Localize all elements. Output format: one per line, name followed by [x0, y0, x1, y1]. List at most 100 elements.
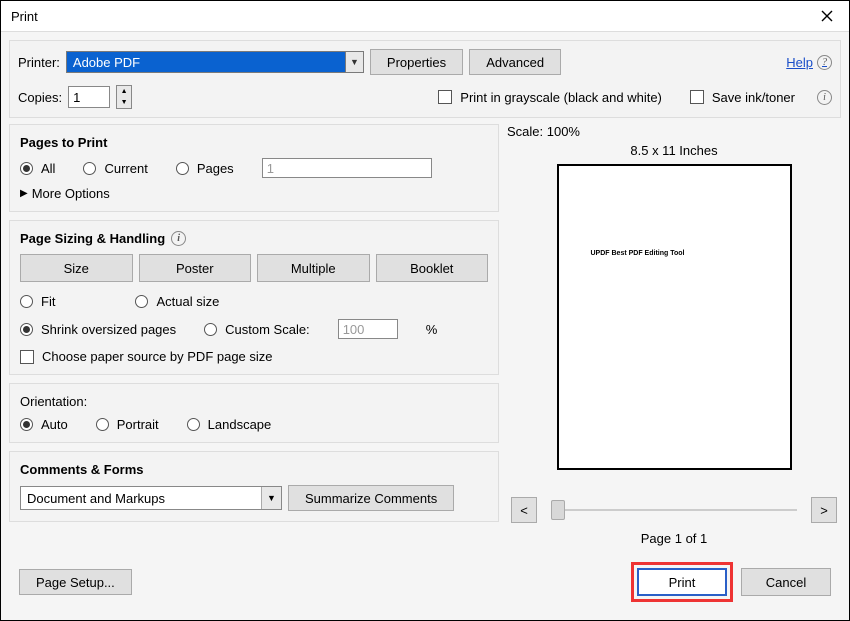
- comments-select[interactable]: Document and Markups ▼: [20, 486, 282, 510]
- print-button-highlight: Print: [631, 562, 733, 602]
- checkbox-icon: [20, 350, 34, 364]
- preview-scale: Scale: 100%: [507, 124, 841, 139]
- advanced-button[interactable]: Advanced: [469, 49, 561, 75]
- help-link[interactable]: Help ?: [786, 55, 832, 70]
- orientation-section: Orientation: Auto Portrait Landscape: [9, 383, 499, 443]
- cancel-button[interactable]: Cancel: [741, 568, 831, 596]
- orientation-landscape-label: Landscape: [208, 417, 272, 432]
- comments-selected: Document and Markups: [27, 491, 165, 506]
- pages-range-radio[interactable]: Pages: [176, 161, 234, 176]
- actual-label: Actual size: [156, 294, 219, 309]
- page-setup-button[interactable]: Page Setup...: [19, 569, 132, 595]
- print-dialog: Print Printer: Adobe PDF ▼ Properties Ad…: [0, 0, 850, 621]
- fit-radio[interactable]: Fit: [20, 294, 55, 309]
- radio-icon: [176, 162, 189, 175]
- info-icon[interactable]: i: [817, 90, 832, 105]
- saveink-checkbox[interactable]: Save ink/toner: [690, 90, 795, 105]
- summarize-comments-button[interactable]: Summarize Comments: [288, 485, 454, 511]
- percent-label: %: [426, 322, 438, 337]
- print-button[interactable]: Print: [637, 568, 727, 596]
- paper-source-label: Choose paper source by PDF page size: [42, 349, 273, 364]
- dialog-title: Print: [11, 9, 38, 24]
- pages-current-label: Current: [104, 161, 147, 176]
- pages-section: Pages to Print All Current Pages: [9, 124, 499, 212]
- dropdown-arrow-icon: ▼: [261, 487, 281, 509]
- radio-icon: [83, 162, 96, 175]
- preview-document-text: UPDF Best PDF Editing Tool: [591, 250, 685, 257]
- main-columns: Pages to Print All Current Pages: [9, 124, 841, 546]
- radio-icon: [96, 418, 109, 431]
- saveink-label: Save ink/toner: [712, 90, 795, 105]
- sizing-section: Page Sizing & Handling i Size Poster Mul…: [9, 220, 499, 375]
- printer-label: Printer:: [18, 55, 60, 70]
- pages-all-label: All: [41, 161, 55, 176]
- info-icon[interactable]: i: [171, 231, 186, 246]
- pages-range-input[interactable]: [262, 158, 432, 178]
- radio-icon: [187, 418, 200, 431]
- close-button[interactable]: [815, 4, 839, 28]
- radio-icon: [20, 418, 33, 431]
- orientation-auto-radio[interactable]: Auto: [20, 417, 68, 432]
- custom-scale-radio[interactable]: Custom Scale:: [204, 322, 310, 337]
- sizing-header: Page Sizing & Handling: [20, 231, 165, 246]
- fit-label: Fit: [41, 294, 55, 309]
- radio-icon: [20, 162, 33, 175]
- grayscale-label: Print in grayscale (black and white): [460, 90, 662, 105]
- booklet-button[interactable]: Booklet: [376, 254, 489, 282]
- preview-slider[interactable]: [551, 509, 797, 511]
- checkbox-icon: [438, 90, 452, 104]
- pages-header: Pages to Print: [20, 135, 488, 150]
- properties-button[interactable]: Properties: [370, 49, 463, 75]
- more-options-toggle[interactable]: ▶ More Options: [20, 186, 488, 201]
- copies-down-button[interactable]: ▼: [117, 97, 131, 108]
- checkbox-icon: [690, 90, 704, 104]
- printer-area: Printer: Adobe PDF ▼ Properties Advanced…: [9, 40, 841, 118]
- dropdown-arrow-icon: ▼: [345, 52, 363, 72]
- paper-source-checkbox[interactable]: Choose paper source by PDF page size: [20, 349, 488, 364]
- pages-current-radio[interactable]: Current: [83, 161, 147, 176]
- radio-icon: [20, 323, 33, 336]
- footer: Page Setup... Print Cancel: [9, 552, 841, 612]
- shrink-radio[interactable]: Shrink oversized pages: [20, 322, 176, 337]
- orientation-header: Orientation:: [20, 394, 488, 409]
- right-column: Scale: 100% 8.5 x 11 Inches UPDF Best PD…: [507, 124, 841, 546]
- actual-radio[interactable]: Actual size: [135, 294, 219, 309]
- pages-range-label: Pages: [197, 161, 234, 176]
- preview-page-indicator: Page 1 of 1: [507, 531, 841, 546]
- radio-icon: [20, 295, 33, 308]
- dialog-body: Printer: Adobe PDF ▼ Properties Advanced…: [1, 31, 849, 620]
- printer-select[interactable]: Adobe PDF ▼: [66, 51, 364, 73]
- triangle-right-icon: ▶: [20, 188, 28, 199]
- radio-icon: [135, 295, 148, 308]
- size-button[interactable]: Size: [20, 254, 133, 282]
- comments-header: Comments & Forms: [20, 462, 488, 477]
- slider-thumb[interactable]: [551, 500, 565, 520]
- custom-scale-input[interactable]: [338, 319, 398, 339]
- preview-area: UPDF Best PDF Editing Tool: [507, 160, 841, 483]
- poster-button[interactable]: Poster: [139, 254, 252, 282]
- preview-dimensions: 8.5 x 11 Inches: [507, 143, 841, 158]
- copies-up-button[interactable]: ▲: [117, 86, 131, 97]
- preview-prev-button[interactable]: <: [511, 497, 537, 523]
- help-label: Help: [786, 55, 813, 70]
- orientation-landscape-radio[interactable]: Landscape: [187, 417, 272, 432]
- radio-icon: [204, 323, 217, 336]
- left-column: Pages to Print All Current Pages: [9, 124, 499, 546]
- printer-selected: Adobe PDF: [73, 55, 140, 70]
- shrink-label: Shrink oversized pages: [41, 322, 176, 337]
- titlebar: Print: [1, 1, 849, 31]
- orientation-auto-label: Auto: [41, 417, 68, 432]
- comments-section: Comments & Forms Document and Markups ▼ …: [9, 451, 499, 522]
- preview-page: UPDF Best PDF Editing Tool: [557, 164, 792, 470]
- multiple-button[interactable]: Multiple: [257, 254, 370, 282]
- pages-all-radio[interactable]: All: [20, 161, 55, 176]
- orientation-portrait-radio[interactable]: Portrait: [96, 417, 159, 432]
- grayscale-checkbox[interactable]: Print in grayscale (black and white): [438, 90, 662, 105]
- preview-next-button[interactable]: >: [811, 497, 837, 523]
- copies-label: Copies:: [18, 90, 62, 105]
- custom-scale-label: Custom Scale:: [225, 322, 310, 337]
- copies-spinner: ▲ ▼: [116, 85, 132, 109]
- copies-input[interactable]: [68, 86, 110, 108]
- more-options-label: More Options: [32, 186, 110, 201]
- help-icon: ?: [817, 55, 832, 70]
